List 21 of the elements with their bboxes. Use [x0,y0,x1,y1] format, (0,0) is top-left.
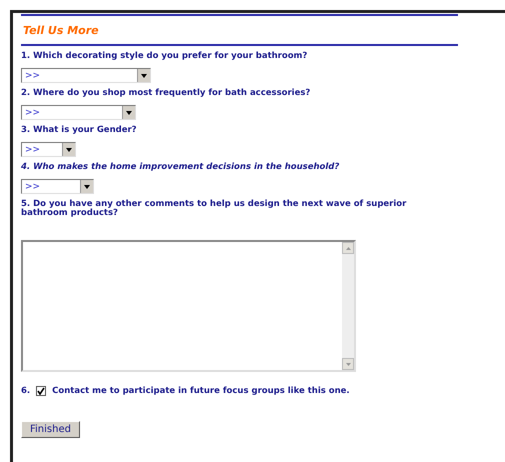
question-label: 3. What is your Gender? [21,126,138,135]
question-label: 4. Who makes the home improvement decisions in the household? [21,163,340,172]
checkbox[interactable] [36,386,46,396]
caret-icon [126,110,132,114]
dropdown[interactable]: >> [21,68,151,83]
dropdown[interactable]: >> [21,179,94,194]
comments-field[interactable] [21,240,356,372]
dropdown[interactable]: >> [21,142,76,157]
caret-icon [141,74,147,78]
scroll-down-icon[interactable] [346,362,350,366]
question-label: 5. Do you have any other comments to help us design the next wave of superior bathroom products? [21,200,408,218]
question-label: 2. Where do you shop most frequently for bath accessories? [21,89,312,98]
caret-icon [84,184,90,188]
finished-button[interactable]: Finished [21,421,80,438]
question-number: 6. [21,386,30,396]
section-title: Tell Us More [23,24,99,37]
caret-icon [66,148,72,152]
question-label: 1. Which decorating style do you prefer for your bathroom? [21,52,308,61]
scroll-up-icon[interactable] [346,246,350,250]
dropdown[interactable]: >> [21,105,136,120]
checkbox-label: Contact me to participate in future focus groups like this one. [52,386,350,396]
